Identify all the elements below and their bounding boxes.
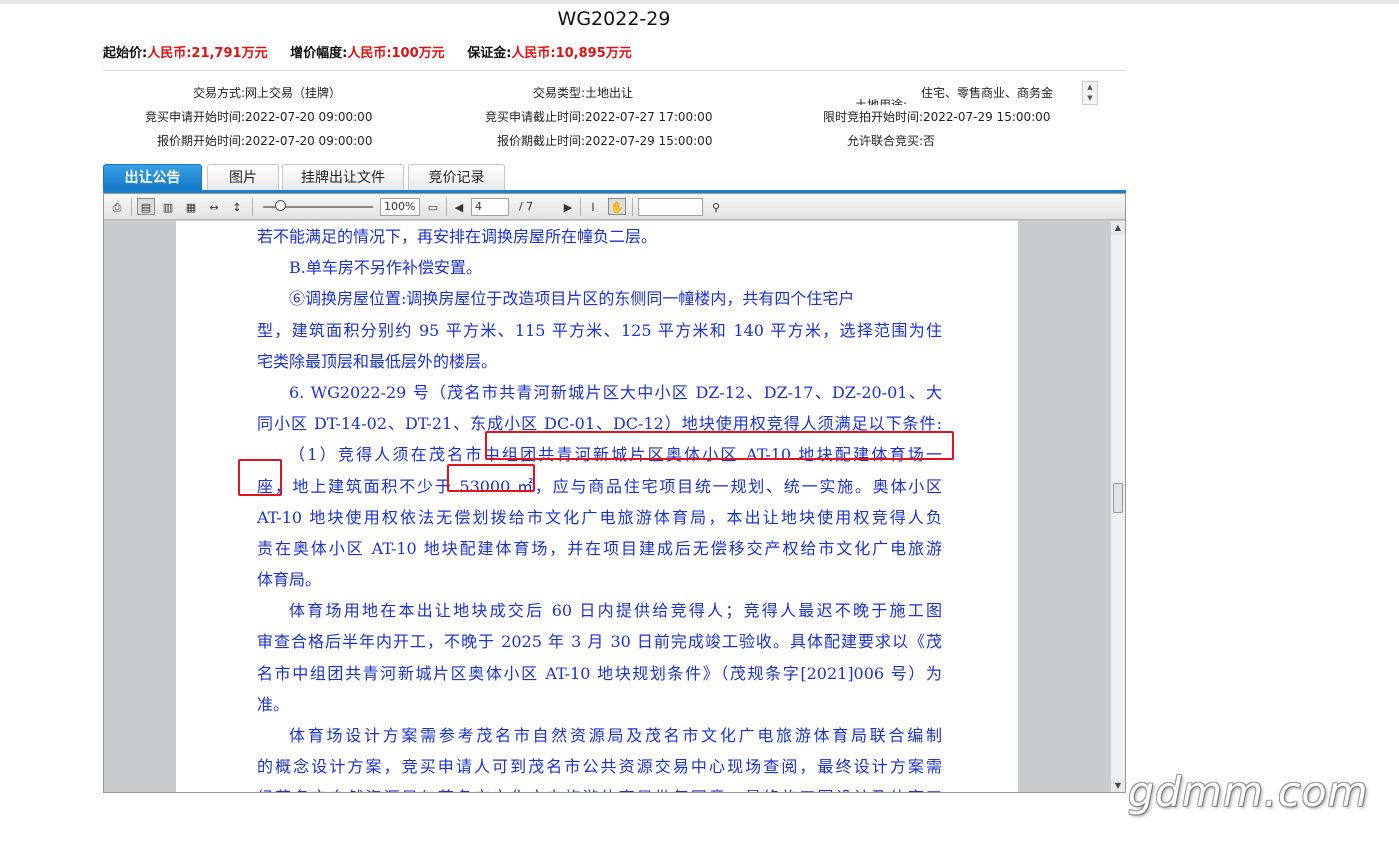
start-price-value: 人民币:21,791万元 (147, 46, 268, 61)
toolbar-separator (580, 198, 581, 216)
print-icon[interactable]: ⎙ (108, 198, 126, 215)
next-page-icon[interactable]: ▶ (559, 198, 577, 215)
single-page-icon[interactable]: ▤ (137, 198, 155, 215)
quote-start-value: 2022-07-20 09:00:00 (245, 134, 373, 148)
doc-line: B.单车房不另作补偿安置。 (289, 258, 482, 278)
apply-start-value: 2022-07-20 09:00:00 (245, 110, 373, 124)
doc-line: 座，地上建筑面积不少于 53000 ㎡，应与商品住宅项目统一规划、统一实施。奥体… (257, 476, 942, 496)
highlight-box-seat (238, 459, 282, 496)
tab-bid-records[interactable]: 竞价记录 (408, 164, 505, 190)
land-use-scrollbar[interactable]: ▲ ▼ (1082, 81, 1098, 105)
monitor-icon[interactable]: ▭ (424, 198, 442, 215)
doc-line: 体育场用地在本出让地块成交后 60 日内提供给竞得人；竞得人最迟不晚于施工图 (289, 601, 942, 621)
apply-end-row: 竞买申请截止时间:2022-07-27 17:00:00 (443, 108, 713, 125)
price-summary: 起始价:人民币:21,791万元 增价幅度:人民币:100万元 保证金:人民币:… (103, 42, 650, 61)
apply-start-label: 竞买申请开始时间: (144, 110, 245, 124)
trade-type-value: 土地出让 (585, 86, 634, 100)
start-price-label: 起始价: (103, 46, 148, 61)
quote-end-row: 报价期截止时间:2022-07-29 15:00:00 (443, 132, 713, 149)
pdf-viewer: ⎙ ▤ ▥ ▦ ↔ ↕ 100% ▭ ◀ 4 / 7 ▶ I ✋ ⚲ 若不能满足… (103, 193, 1126, 793)
quote-start-label: 报价期开始时间: (156, 134, 245, 148)
fit-width-icon[interactable]: ↔ (205, 198, 223, 215)
scroll-up-icon[interactable]: ▲ (1083, 82, 1097, 93)
increment-label: 增价幅度: (290, 46, 348, 61)
toolbar-separator (632, 198, 633, 216)
land-use-label: 土地用途: (855, 98, 908, 105)
previous-page-icon[interactable]: ◀ (450, 198, 468, 215)
tab-notice[interactable]: 出让公告 (103, 164, 202, 190)
page-total: / 7 (518, 200, 534, 213)
thumbnail-grid-icon[interactable]: ▦ (182, 198, 200, 215)
tab-listing-documents[interactable]: 挂牌出让文件 (282, 164, 404, 190)
doc-line: 准。 (257, 694, 290, 714)
doc-line: 责在奥体小区 AT-10 地块配建体育场，并在项目建成后无偿移交产权给市文化广电… (257, 538, 942, 558)
document-scrollbar[interactable]: ▲ ▼ (1110, 221, 1125, 792)
land-use-value: 住宅、零售商业、商务金 (921, 86, 1054, 100)
quote-end-label: 报价期截止时间: (496, 134, 585, 148)
page-title: WG2022-29 (557, 8, 671, 30)
apply-end-value: 2022-07-27 17:00:00 (585, 110, 713, 124)
trade-type-label: 交易类型: (532, 86, 585, 100)
deposit-value: 人民币:10,895万元 (511, 46, 632, 61)
joint-bid-value: 否 (923, 134, 936, 148)
doc-line: 的概念设计方案，竞买申请人可到茂名市公共资源交易中心现场查阅，最终设计方案需 (257, 757, 942, 777)
toolbar-separator (252, 198, 253, 216)
deposit-label: 保证金: (467, 46, 512, 61)
doc-line: 6. WG2022-29 号（茂名市共青河新城片区大中小区 DZ-12、DZ-1… (289, 382, 942, 402)
doc-line: 宅类除最顶层和最低层外的楼层。 (257, 351, 498, 371)
joint-bid-label: 允许联合竞买: (846, 134, 923, 148)
text-select-icon[interactable]: I (584, 198, 602, 215)
scroll-down-arrow-icon[interactable]: ▼ (1111, 779, 1125, 792)
trade-type-row: 交易类型:土地出让 (443, 84, 633, 101)
trade-mode-value: 网上交易（挂牌） (245, 86, 342, 100)
doc-line: 名市中组团共青河新城片区奥体小区 AT-10 地块规划条件》（茂规条字[2021… (257, 663, 942, 683)
apply-start-row: 竞买申请开始时间:2022-07-20 09:00:00 (103, 108, 373, 125)
doc-line: ⑥调换房屋位置:调换房屋位于改造项目片区的东侧同一幢楼内，共有四个住宅户 (289, 289, 855, 309)
limit-start-row: 限时竞拍开始时间:2022-07-29 15:00:00 (783, 108, 1051, 125)
toolbar-separator (131, 198, 132, 216)
highlight-box-area (447, 464, 535, 492)
toolbar-separator (446, 198, 447, 216)
zoom-level-input[interactable]: 100% (380, 198, 420, 216)
tab-images[interactable]: 图片 (207, 164, 279, 190)
scroll-up-arrow-icon[interactable]: ▲ (1111, 221, 1125, 235)
viewer-toolbar: ⎙ ▤ ▥ ▦ ↔ ↕ 100% ▭ ◀ 4 / 7 ▶ I ✋ ⚲ (104, 194, 1125, 220)
hand-tool-icon[interactable]: ✋ (608, 198, 626, 215)
zoom-slider-handle[interactable] (275, 200, 286, 211)
doc-line: 体育场设计方案需参考茂名市自然资源局及茂名市文化广电旅游体育局联合编制 (289, 726, 942, 745)
doc-line: 若不能满足的情况下，再安排在调换房屋所在幢负二层。 (257, 227, 658, 246)
apply-end-label: 竞买申请截止时间: (484, 110, 585, 124)
top-border (0, 0, 1399, 4)
trade-mode-label: 交易方式: (192, 86, 245, 100)
doc-line: 体育局。 (257, 570, 322, 590)
two-page-icon[interactable]: ▥ (159, 198, 177, 215)
page-number-input[interactable]: 4 (471, 198, 509, 216)
limit-start-label: 限时竞拍开始时间: (822, 110, 923, 124)
search-icon[interactable]: ⚲ (707, 198, 725, 215)
doc-line: 型，建筑面积分别约 95 平方米、115 平方米、125 平方米和 140 平方… (257, 320, 942, 340)
doc-line: 审查合格后半年内开工，不晚于 2025 年 3 月 30 日前完成竣工验收。具体… (257, 632, 942, 652)
increment-value: 人民币:100万元 (347, 46, 445, 61)
scroll-down-icon[interactable]: ▼ (1083, 93, 1097, 104)
land-use-field[interactable]: 土地用途: 住宅、零售商业、商务金 (855, 83, 1080, 105)
scrollbar-thumb[interactable] (1113, 483, 1123, 513)
highlight-box-stadium (485, 431, 954, 460)
fit-height-icon[interactable]: ↕ (228, 198, 246, 215)
quote-end-value: 2022-07-29 15:00:00 (585, 134, 713, 148)
site-watermark: gdmm.com (1128, 768, 1369, 816)
quote-start-row: 报价期开始时间:2022-07-20 09:00:00 (103, 132, 373, 149)
doc-line: AT-10 地块使用权依法无偿划拨给市文化广电旅游体育局，本出让地块使用权竞得人… (257, 507, 942, 527)
document-page: 若不能满足的情况下，再安排在调换房屋所在幢负二层。 B.单车房不另作补偿安置。 … (176, 221, 1018, 792)
trade-mode-row: 交易方式:网上交易（挂牌） (103, 84, 341, 101)
search-input[interactable] (638, 198, 703, 216)
document-text: 若不能满足的情况下，再安排在调换房屋所在幢负二层。 B.单车房不另作补偿安置。 … (257, 221, 942, 792)
limit-start-value: 2022-07-29 15:00:00 (923, 110, 1051, 124)
divider (103, 70, 1126, 71)
doc-line: 经茂名市自然资源局与茂名市文化广电旅游体育局批复同意，最终施工图设计及体育工 (257, 782, 942, 792)
joint-bid-row: 允许联合竞买:否 (783, 132, 935, 149)
